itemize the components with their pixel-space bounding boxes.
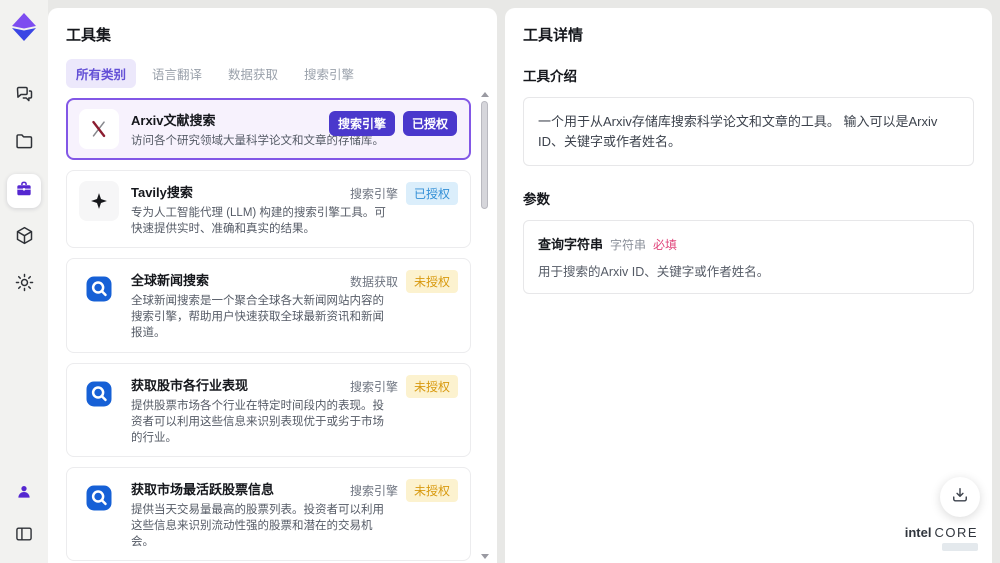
tool-details-panel: 工具详情 工具介绍 一个用于从Arxiv存储库搜索科学论文和文章的工具。 输入可… — [505, 8, 992, 563]
sidebar-item-packages[interactable] — [7, 221, 41, 255]
tool-description: 提供股票市场各个行业在特定时间段内的表现。投资者可以利用这些信息来识别表现优于或… — [131, 399, 384, 444]
scrollbar-up-arrow-icon[interactable] — [481, 92, 489, 97]
core-logo-text: CORE — [934, 525, 978, 540]
tool-description: 提供当天交易量最高的股票列表。投资者可以利用这些信息来识别流动性强的股票和潜在的… — [131, 503, 384, 549]
collapse-panel-icon — [14, 524, 34, 549]
tool-card-most-active-stocks[interactable]: 获取市场最活跃股票信息 提供当天交易量最高的股票列表。投资者可以利用这些信息来识… — [66, 466, 471, 562]
sidebar-item-chat[interactable] — [7, 80, 41, 114]
category-label: 数据获取 — [349, 275, 398, 290]
intro-heading: 工具介绍 — [523, 69, 577, 84]
tool-card-global-news[interactable]: 全球新闻搜索 全球新闻搜索是一个聚合全球各大新闻网站内容的搜索引擎，帮助用户快速… — [66, 258, 471, 353]
params-heading: 参数 — [523, 192, 550, 207]
arxiv-icon — [79, 109, 119, 149]
category-label: 搜索引擎 — [349, 483, 398, 498]
category-label: 搜索引擎 — [349, 379, 398, 394]
tool-description: 全球新闻搜索是一个聚合全球各大新闻网站内容的搜索引擎，帮助用户快速获取全球最新资… — [131, 295, 384, 340]
scrollbar-thumb[interactable] — [481, 101, 488, 209]
category-badge: 搜索引擎 — [328, 111, 395, 136]
package-icon — [14, 225, 35, 251]
sidebar-nav — [7, 80, 41, 302]
chat-icon — [14, 84, 35, 110]
sidebar-collapse-toggle[interactable] — [7, 519, 41, 553]
intel-logo-text: intel — [904, 525, 932, 540]
auth-status-badge: 未授权 — [405, 270, 458, 294]
auth-status-badge: 未授权 — [405, 478, 458, 502]
sidebar-item-files[interactable] — [7, 127, 41, 161]
auth-status-badge: 已授权 — [402, 111, 457, 136]
auth-status-badge: 已授权 — [405, 182, 458, 206]
sidebar-item-tools[interactable] — [7, 174, 41, 208]
details-title: 工具详情 — [523, 27, 584, 44]
tavily-star-icon — [79, 181, 119, 222]
main-area: 工具集 所有类别 语言翻译 数据获取 搜索引擎 Arxiv文献搜索 访问各个研究… — [48, 0, 1000, 563]
auth-status-badge: 未授权 — [405, 374, 458, 398]
tab-all-categories[interactable]: 所有类别 — [66, 59, 137, 88]
tool-list-scrollbar — [480, 92, 490, 559]
tool-card-arxiv[interactable]: Arxiv文献搜索 访问各个研究领域大量科学论文和文章的存储库。 搜索引擎 已授… — [66, 98, 471, 161]
tab-data-fetch[interactable]: 数据获取 — [218, 59, 288, 88]
news-search-icon — [79, 269, 119, 309]
settings-gear-icon — [14, 272, 35, 298]
toolbox-icon — [14, 179, 34, 204]
tool-list: Arxiv文献搜索 访问各个研究领域大量科学论文和文章的存储库。 搜索引擎 已授… — [66, 98, 471, 563]
tab-search-engine[interactable]: 搜索引擎 — [294, 59, 364, 88]
sidebar-item-profile[interactable] — [7, 477, 41, 511]
sidebar-item-settings[interactable] — [7, 268, 41, 302]
news-search-icon — [79, 478, 119, 518]
tool-description: 专为人工智能代理 (LLM) 构建的搜索引擎工具。可快速提供实时、准确和真实的结… — [131, 207, 386, 236]
toolset-panel: 工具集 所有类别 语言翻译 数据获取 搜索引擎 Arxiv文献搜索 访问各个研究… — [48, 8, 497, 563]
scrollbar-down-arrow-icon[interactable] — [481, 554, 489, 559]
parameter-description: 用于搜索的Arxiv ID、关键字或作者姓名。 — [538, 265, 770, 279]
intel-ultra-badge — [942, 543, 978, 551]
download-icon — [950, 485, 970, 510]
parameter-required-flag: 必填 — [653, 238, 678, 252]
page-title: 工具集 — [66, 27, 112, 44]
folder-icon — [14, 131, 35, 157]
tool-card-sector-performance[interactable]: 获取股市各行业表现 提供股票市场各个行业在特定时间段内的表现。投资者可以利用这些… — [66, 362, 471, 457]
category-label: 搜索引擎 — [349, 187, 398, 202]
parameter-name: 查询字符串 — [538, 237, 604, 252]
tool-card-tavily[interactable]: Tavily搜索 专为人工智能代理 (LLM) 构建的搜索引擎工具。可快速提供实… — [66, 170, 471, 249]
app-logo-gem-icon — [10, 12, 38, 42]
sidebar-bottom — [7, 477, 41, 553]
intel-core-logo: intel CORE — [905, 525, 978, 551]
category-tabs: 所有类别 语言翻译 数据获取 搜索引擎 — [66, 59, 471, 88]
user-icon — [15, 483, 33, 506]
parameter-type: 字符串 — [610, 238, 647, 252]
news-search-icon — [79, 374, 119, 414]
app-window: 工具集 所有类别 语言翻译 数据获取 搜索引擎 Arxiv文献搜索 访问各个研究… — [0, 0, 1000, 563]
parameter-card: 查询字符串 字符串 必填 用于搜索的Arxiv ID、关键字或作者姓名。 — [523, 220, 974, 294]
tab-language-translation[interactable]: 语言翻译 — [142, 59, 212, 88]
intro-text-box: 一个用于从Arxiv存储库搜索科学论文和文章的工具。 输入可以是Arxiv ID… — [523, 97, 974, 166]
download-button[interactable] — [940, 477, 980, 517]
sidebar — [0, 0, 48, 563]
